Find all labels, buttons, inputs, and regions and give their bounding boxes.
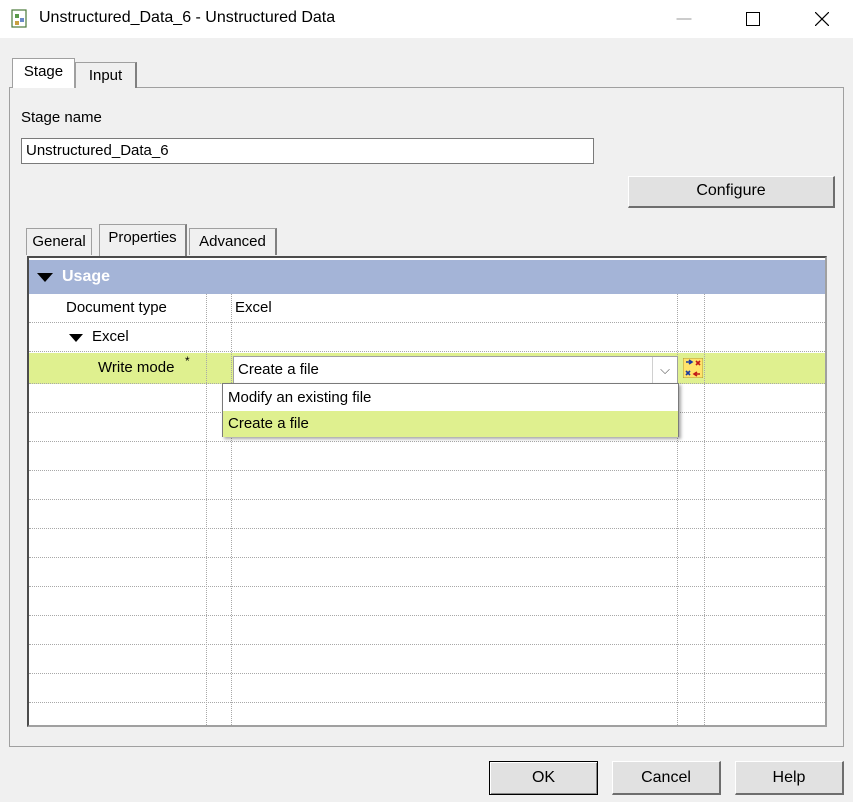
- write-mode-select[interactable]: Create a file ⌵: [233, 356, 678, 384]
- dropdown-option-create[interactable]: Create a file: [223, 411, 678, 437]
- usage-section-label: Usage: [62, 268, 111, 285]
- tab-stage[interactable]: Stage: [12, 58, 75, 88]
- collapse-triangle-icon[interactable]: [37, 273, 53, 282]
- write-mode-value: Create a file: [238, 361, 319, 378]
- column-divider: [704, 294, 705, 725]
- table-row: [29, 587, 825, 616]
- maximize-icon: [746, 12, 760, 27]
- table-row: [29, 645, 825, 674]
- write-mode-label: Write mode: [98, 359, 175, 376]
- table-row: [29, 500, 825, 529]
- usage-section-header[interactable]: Usage: [29, 260, 825, 294]
- cancel-button[interactable]: Cancel: [612, 761, 721, 795]
- required-marker: *: [185, 354, 190, 368]
- table-row: [29, 703, 825, 725]
- minimize-button[interactable]: —: [661, 0, 707, 38]
- table-row: [29, 442, 825, 471]
- expand-triangle-icon[interactable]: [69, 334, 83, 342]
- chevron-down-icon[interactable]: ⌵: [652, 357, 677, 383]
- tab-general[interactable]: General: [26, 228, 92, 255]
- maximize-button[interactable]: [730, 0, 776, 38]
- column-divider: [206, 294, 207, 725]
- table-row: [29, 616, 825, 645]
- property-grid: Usage Document type Excel Excel Write mo…: [27, 256, 827, 727]
- help-button[interactable]: Help: [735, 761, 844, 795]
- app-icon: [11, 9, 27, 28]
- close-button[interactable]: [799, 0, 845, 38]
- stage-name-label: Stage name: [21, 109, 102, 126]
- write-mode-dropdown-list: Modify an existing file Create a file: [222, 383, 679, 437]
- window-title: Unstructured_Data_6 - Unstructured Data: [39, 9, 336, 26]
- close-icon: [814, 11, 830, 27]
- table-row: [29, 674, 825, 703]
- property-edit-icon[interactable]: [683, 358, 703, 378]
- dropdown-option-modify[interactable]: Modify an existing file: [223, 385, 678, 411]
- document-type-label: Document type: [66, 299, 167, 316]
- stage-name-input[interactable]: Unstructured_Data_6: [21, 138, 594, 164]
- document-type-value[interactable]: Excel: [235, 294, 272, 322]
- table-row: [29, 529, 825, 558]
- tab-advanced[interactable]: Advanced: [189, 228, 277, 255]
- tab-input[interactable]: Input: [75, 62, 137, 88]
- table-row: [29, 471, 825, 500]
- column-divider: [231, 294, 232, 725]
- table-row: [29, 558, 825, 587]
- ok-button[interactable]: OK: [489, 761, 598, 795]
- excel-group-label: Excel: [92, 328, 129, 345]
- title-bar: Unstructured_Data_6 - Unstructured Data …: [0, 0, 853, 38]
- configure-button[interactable]: Configure: [628, 176, 835, 208]
- property-row-excel-group[interactable]: Excel: [29, 323, 825, 352]
- property-row-document-type[interactable]: Document type Excel: [29, 294, 825, 323]
- tab-properties[interactable]: Properties: [99, 224, 187, 256]
